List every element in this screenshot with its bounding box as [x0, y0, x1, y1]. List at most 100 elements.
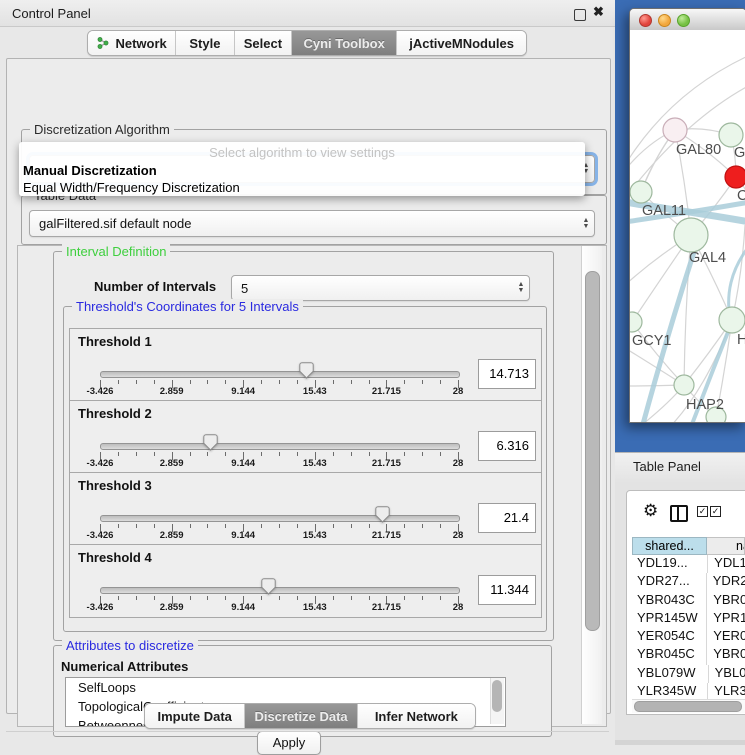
network-node-green[interactable] — [630, 181, 652, 203]
threshold-slider-track[interactable] — [100, 515, 460, 522]
tick-label: 15.43 — [293, 530, 337, 541]
cell-shared-name[interactable]: YBR045C — [632, 646, 706, 664]
checkbox-icon[interactable]: ✓ — [697, 506, 708, 517]
cell-shared-name[interactable]: YBR043C — [632, 592, 706, 610]
close-icon[interactable]: ✖ — [593, 4, 604, 20]
slider-thumb[interactable] — [203, 434, 218, 451]
cell-shared-name[interactable]: YDL19... — [632, 555, 707, 573]
tick-label: 15.43 — [293, 386, 337, 397]
network-node-green[interactable] — [719, 307, 745, 333]
node-label: GAL80 — [676, 142, 721, 158]
float-window-icon[interactable] — [574, 9, 586, 21]
tick-mark — [190, 524, 191, 528]
tab-select[interactable]: Select — [234, 31, 291, 55]
table-row[interactable]: YDL19...YDL1 — [632, 555, 745, 573]
cell-name[interactable]: YBR0 — [706, 592, 745, 610]
tab-impute-data[interactable]: Impute Data — [145, 704, 244, 728]
cell-name[interactable]: YBR0 — [706, 646, 745, 664]
cell-shared-name[interactable]: YER054C — [632, 628, 706, 646]
tick-mark — [404, 524, 405, 528]
threshold-slider-track[interactable] — [100, 587, 460, 594]
threshold-slider-track[interactable] — [100, 443, 460, 450]
threshold-value-field[interactable]: 11.344 — [478, 575, 536, 605]
tab-discretize-data[interactable]: Discretize Data — [244, 704, 356, 728]
network-node-red[interactable] — [725, 166, 745, 188]
table-data-combobox[interactable]: galFiltered.sif default node ▲▼ — [29, 210, 595, 237]
threshold-value-field[interactable]: 6.316 — [478, 431, 536, 461]
tab-label: Style — [189, 36, 220, 51]
table-hscrollbar-thumb[interactable] — [634, 701, 742, 712]
tick-label: 21.715 — [364, 458, 408, 469]
tick-label: 21.715 — [364, 530, 408, 541]
network-canvas[interactable]: GAL80GACGAL11GAL4GCY1HHAP2 — [630, 30, 745, 422]
network-node-pink[interactable] — [663, 118, 687, 142]
table-row[interactable]: YBR043CYBR0 — [632, 592, 745, 610]
bottom-tab-bar: Impute DataDiscretize DataInfer Network — [144, 703, 476, 729]
column-header-name[interactable]: na — [707, 537, 745, 555]
threshold-slider-track[interactable] — [100, 371, 460, 378]
mac-zoom-button[interactable] — [677, 14, 690, 27]
network-graph: GAL80GACGAL11GAL4GCY1HHAP2 — [630, 30, 745, 422]
divider — [6, 731, 609, 732]
split-view-icon[interactable] — [670, 505, 688, 522]
popup-item[interactable]: Manual Discretization — [23, 163, 578, 181]
node-label: GCY1 — [632, 333, 672, 349]
network-node-green[interactable] — [719, 123, 743, 147]
tab-jactivemnodules[interactable]: jActiveMNodules — [396, 31, 526, 55]
slider-thumb[interactable] — [299, 362, 314, 379]
network-window-titlebar[interactable] — [630, 9, 745, 31]
cell-name[interactable]: YBL0 — [708, 665, 745, 683]
cell-shared-name[interactable]: YBL079W — [632, 665, 708, 683]
cell-name[interactable]: YDL1 — [707, 555, 745, 573]
tick-mark — [422, 524, 423, 528]
mac-minimize-button[interactable] — [658, 14, 671, 27]
slider-thumb[interactable] — [375, 506, 390, 523]
checkbox-icon[interactable]: ✓ — [710, 506, 721, 517]
gear-icon[interactable]: ⚙ — [643, 501, 658, 521]
network-node-green[interactable] — [674, 375, 694, 395]
combo-arrows-icon: ▲▼ — [578, 218, 594, 230]
number-of-intervals-combobox[interactable]: 5 ▲▼ — [231, 275, 530, 301]
tab-cyni-toolbox[interactable]: Cyni Toolbox — [291, 31, 396, 55]
network-node-green[interactable] — [630, 312, 642, 332]
control-panel-titlebar: Control Panel ✖ — [0, 0, 615, 27]
tick-mark — [225, 524, 226, 528]
tick-mark — [154, 524, 155, 528]
tab-style[interactable]: Style — [175, 31, 233, 55]
cell-name[interactable]: YPR1 — [706, 610, 745, 628]
table-row[interactable]: YBR045CYBR0 — [632, 646, 745, 664]
table-row[interactable]: YDR27...YDR2 — [632, 573, 745, 591]
cell-name[interactable]: YDR2 — [706, 573, 745, 591]
column-header-shared[interactable]: shared... — [632, 537, 707, 555]
table-row[interactable]: YPR145WYPR1 — [632, 610, 745, 628]
cell-name[interactable]: YER0 — [706, 628, 745, 646]
threshold-label: Threshold 4 — [78, 550, 152, 565]
tick-label: 9.144 — [221, 386, 265, 397]
tick-label: 9.144 — [221, 458, 265, 469]
threshold-panel: Threshold 2-3.4262.8599.14415.4321.71528… — [69, 400, 542, 474]
number-of-intervals-label: Number of Intervals — [94, 279, 216, 294]
popup-item[interactable]: Equal Width/Frequency Discretization — [23, 180, 578, 198]
cell-shared-name[interactable]: YDR27... — [632, 573, 706, 591]
table-row[interactable]: YER054CYER0 — [632, 628, 745, 646]
cell-shared-name[interactable]: YPR145W — [632, 610, 706, 628]
group-title: Attributes to discretize — [62, 638, 198, 653]
node-label: GA — [734, 145, 745, 161]
threshold-value-field[interactable]: 21.4 — [478, 503, 536, 533]
slider-thumb[interactable] — [261, 578, 276, 595]
network-view-window: GAL80GACGAL11GAL4GCY1HHAP2 — [629, 8, 745, 423]
mac-close-button[interactable] — [639, 14, 652, 27]
list-scrollbar-thumb[interactable] — [492, 680, 502, 712]
network-node-green[interactable] — [674, 218, 708, 252]
tab-network[interactable]: Network — [88, 31, 175, 55]
panel-scrollbar-thumb[interactable] — [585, 271, 600, 631]
threshold-panel: Threshold 4-3.4262.8599.14415.4321.71528… — [69, 544, 542, 618]
combo-arrows-icon: ▲▼ — [513, 282, 529, 294]
tab-infer-network[interactable]: Infer Network — [357, 704, 475, 728]
tick-mark — [154, 380, 155, 384]
attribute-list-item[interactable]: SelfLoops — [66, 678, 505, 697]
apply-button[interactable]: Apply — [257, 731, 321, 755]
tick-mark — [369, 452, 370, 456]
threshold-value-field[interactable]: 14.713 — [478, 359, 536, 389]
table-row[interactable]: YBL079WYBL0 — [632, 665, 745, 683]
